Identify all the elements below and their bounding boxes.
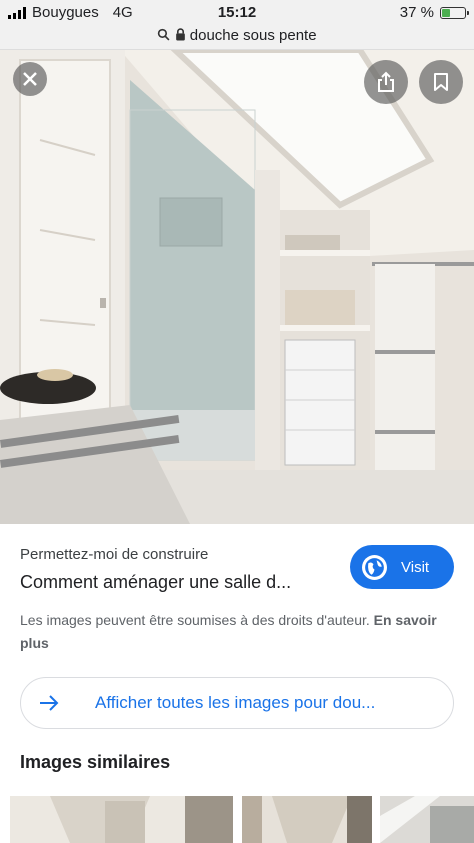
battery-icon xyxy=(440,6,469,19)
close-icon xyxy=(23,72,37,86)
status-right: 37 % xyxy=(399,4,469,21)
bookmark-icon xyxy=(434,73,448,91)
status-bar: Bouygues 4G 15:12 37 % xyxy=(0,0,474,24)
similar-image-thumbnail[interactable] xyxy=(10,796,233,843)
battery-percent: 37 % xyxy=(399,4,434,21)
similar-images-heading: Images similaires xyxy=(20,752,171,772)
arrow-right-icon xyxy=(40,695,59,711)
similar-image-thumbnail[interactable] xyxy=(380,796,474,843)
globe-icon xyxy=(362,554,387,580)
search-icon xyxy=(158,28,170,41)
result-image[interactable] xyxy=(0,50,474,524)
show-all-images-label: Afficher toutes les images pour dou... xyxy=(95,693,376,712)
url-display[interactable]: douche sous pente xyxy=(0,27,474,44)
share-icon xyxy=(378,71,394,92)
close-button[interactable] xyxy=(13,62,47,96)
visit-button[interactable]: Visit xyxy=(350,545,454,589)
bathroom-photo xyxy=(0,50,474,524)
bookmark-button[interactable] xyxy=(419,60,463,104)
rights-text: Les images peuvent être soumises à des d… xyxy=(20,612,370,628)
copyright-notice: Les images peuvent être soumises à des d… xyxy=(20,609,440,655)
battery-fill xyxy=(442,8,451,17)
visit-label: Visit xyxy=(401,558,430,576)
lock-icon xyxy=(175,28,185,41)
share-button[interactable] xyxy=(364,60,408,104)
show-all-images-button[interactable]: Afficher toutes les images pour dou... xyxy=(20,677,454,729)
similar-images-strip xyxy=(10,796,474,843)
similar-image-thumbnail[interactable] xyxy=(242,796,372,843)
result-title[interactable]: Comment aménager une salle d... xyxy=(20,572,291,593)
url-query: douche sous pente xyxy=(189,27,317,44)
result-source[interactable]: Permettez-moi de construire xyxy=(20,546,208,563)
url-bar[interactable]: douche sous pente xyxy=(0,24,474,50)
